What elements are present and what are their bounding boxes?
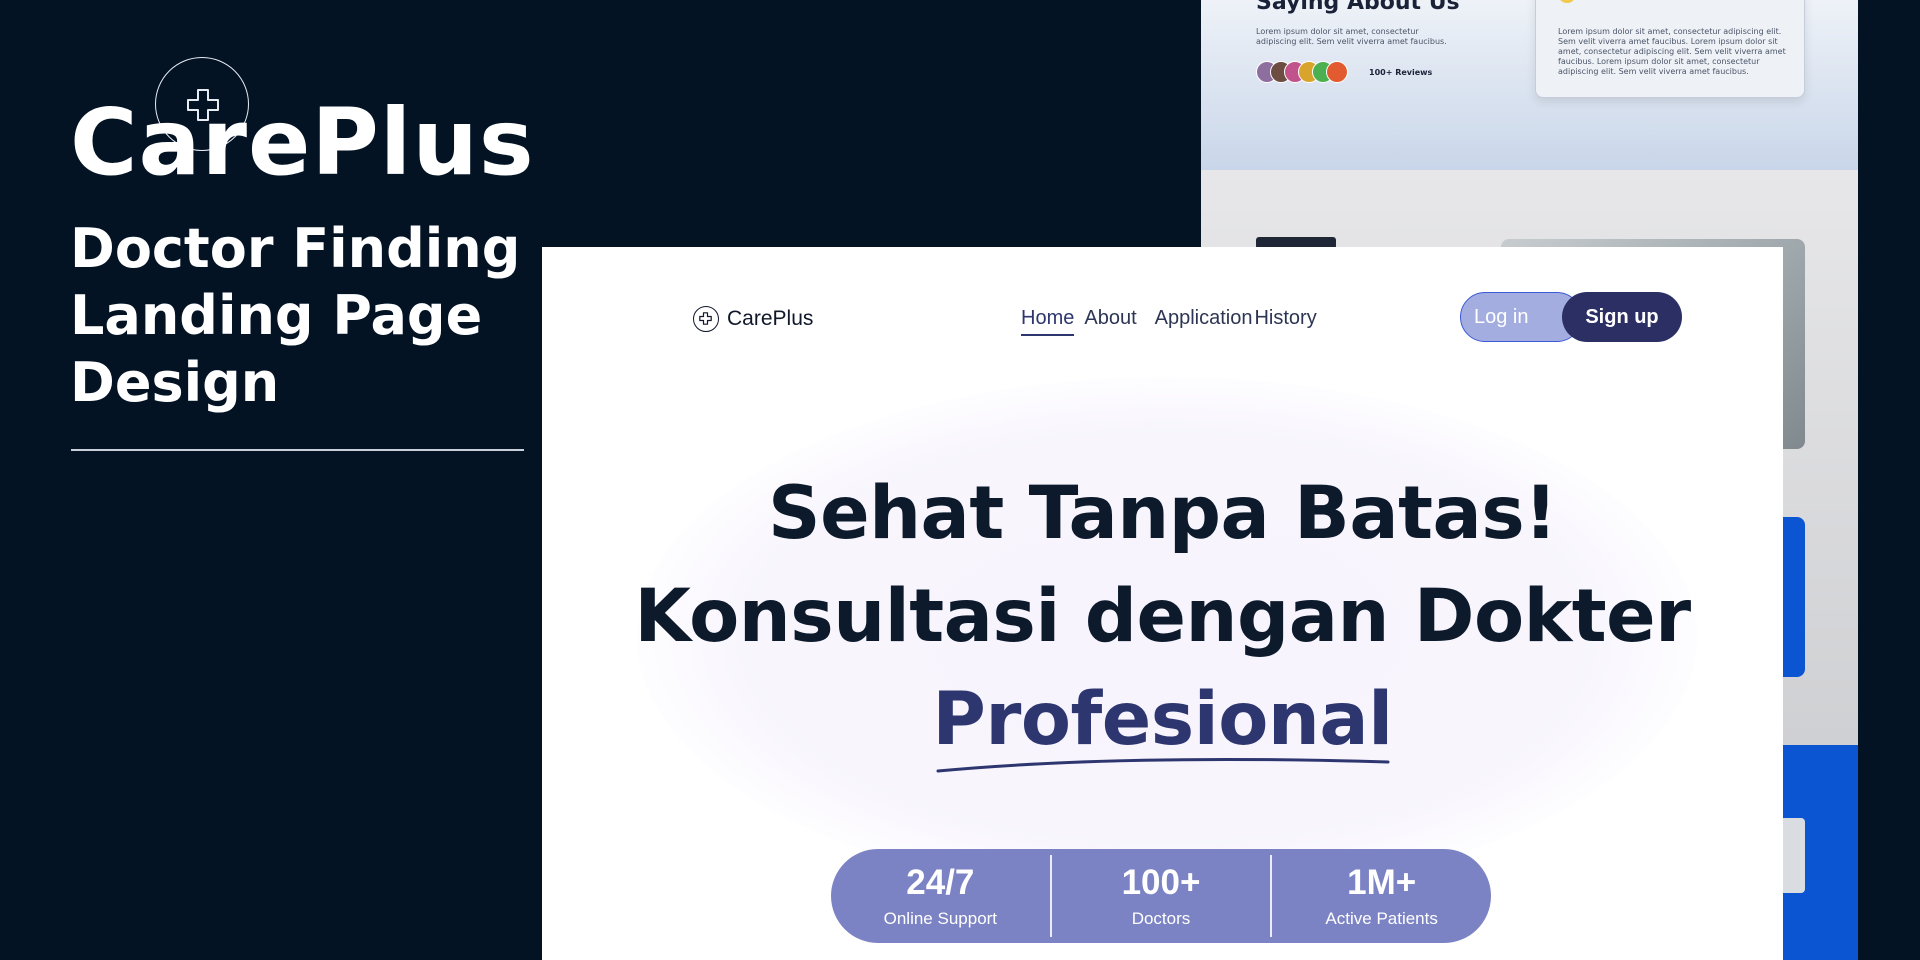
stat-value: 1M+ bbox=[1347, 863, 1417, 902]
nav-link-home[interactable]: Home bbox=[1021, 307, 1075, 336]
avatar bbox=[1326, 61, 1348, 83]
nav-link-history[interactable]: History bbox=[1254, 307, 1316, 330]
testimonial-card-text: Lorem ipsum dolor sit amet, consectetur … bbox=[1558, 27, 1786, 76]
stats-bar: 24/7 Online Support 100+ Doctors 1M+ Act… bbox=[831, 849, 1491, 943]
signup-button[interactable]: Sign up bbox=[1562, 292, 1682, 342]
stat-label: Online Support bbox=[883, 909, 998, 928]
divider bbox=[71, 449, 524, 451]
medical-cross-icon bbox=[693, 306, 719, 332]
stat-online-support: 24/7 Online Support bbox=[831, 863, 1050, 929]
brand-panel: CarePlus Doctor Finding Landing Page Des… bbox=[70, 55, 535, 416]
reviews-count: 100+ Reviews bbox=[1369, 68, 1433, 77]
hero-heading: Sehat Tanpa Batas! Konsultasi dengan Dok… bbox=[542, 462, 1783, 771]
hero-line: Konsultasi dengan Dokter bbox=[634, 574, 1691, 659]
landing-page-mockup: CarePlus Home About Application History … bbox=[542, 247, 1783, 960]
stat-active-patients: 1M+ Active Patients bbox=[1272, 863, 1491, 929]
cross-glyph bbox=[699, 312, 712, 325]
stat-divider bbox=[1270, 855, 1273, 937]
brand-subtitle-line: Doctor Finding bbox=[70, 217, 521, 280]
testimonial-card: Lorem ipsum dolor sit amet, consectetur … bbox=[1535, 0, 1805, 98]
testimonials-text: Lorem ipsum dolor sit amet, consectetur … bbox=[1256, 27, 1447, 46]
nav-logo[interactable]: CarePlus bbox=[693, 306, 813, 332]
avatar-group bbox=[1256, 61, 1348, 83]
brand-subtitle-line: Design bbox=[70, 351, 280, 414]
nav-link-about[interactable]: About bbox=[1084, 307, 1136, 330]
star-icon bbox=[1558, 0, 1576, 3]
stat-doctors: 100+ Doctors bbox=[1052, 863, 1271, 929]
hero-underline-stroke bbox=[936, 757, 1390, 773]
brand-subtitle-line: Landing Page bbox=[70, 284, 483, 347]
brand-subtitle: Doctor Finding Landing Page Design bbox=[70, 215, 530, 416]
testimonials-section: Saying About Us Lorem ipsum dolor sit am… bbox=[1201, 0, 1858, 170]
nav-link-application[interactable]: Application bbox=[1155, 307, 1253, 330]
nav-links: Home About Application History bbox=[1021, 307, 1335, 336]
stat-label: Doctors bbox=[1131, 909, 1191, 928]
stat-value: 100+ bbox=[1121, 863, 1201, 902]
stat-divider bbox=[1049, 855, 1052, 937]
stat-value: 24/7 bbox=[906, 863, 975, 902]
hero-line: Sehat Tanpa Batas! bbox=[768, 471, 1557, 556]
stat-label: Active Patients bbox=[1325, 909, 1438, 928]
brand-title: CarePlus bbox=[70, 89, 535, 196]
testimonials-title: Saying About Us bbox=[1256, 0, 1460, 15]
nav-logo-text: CarePlus bbox=[727, 307, 814, 330]
